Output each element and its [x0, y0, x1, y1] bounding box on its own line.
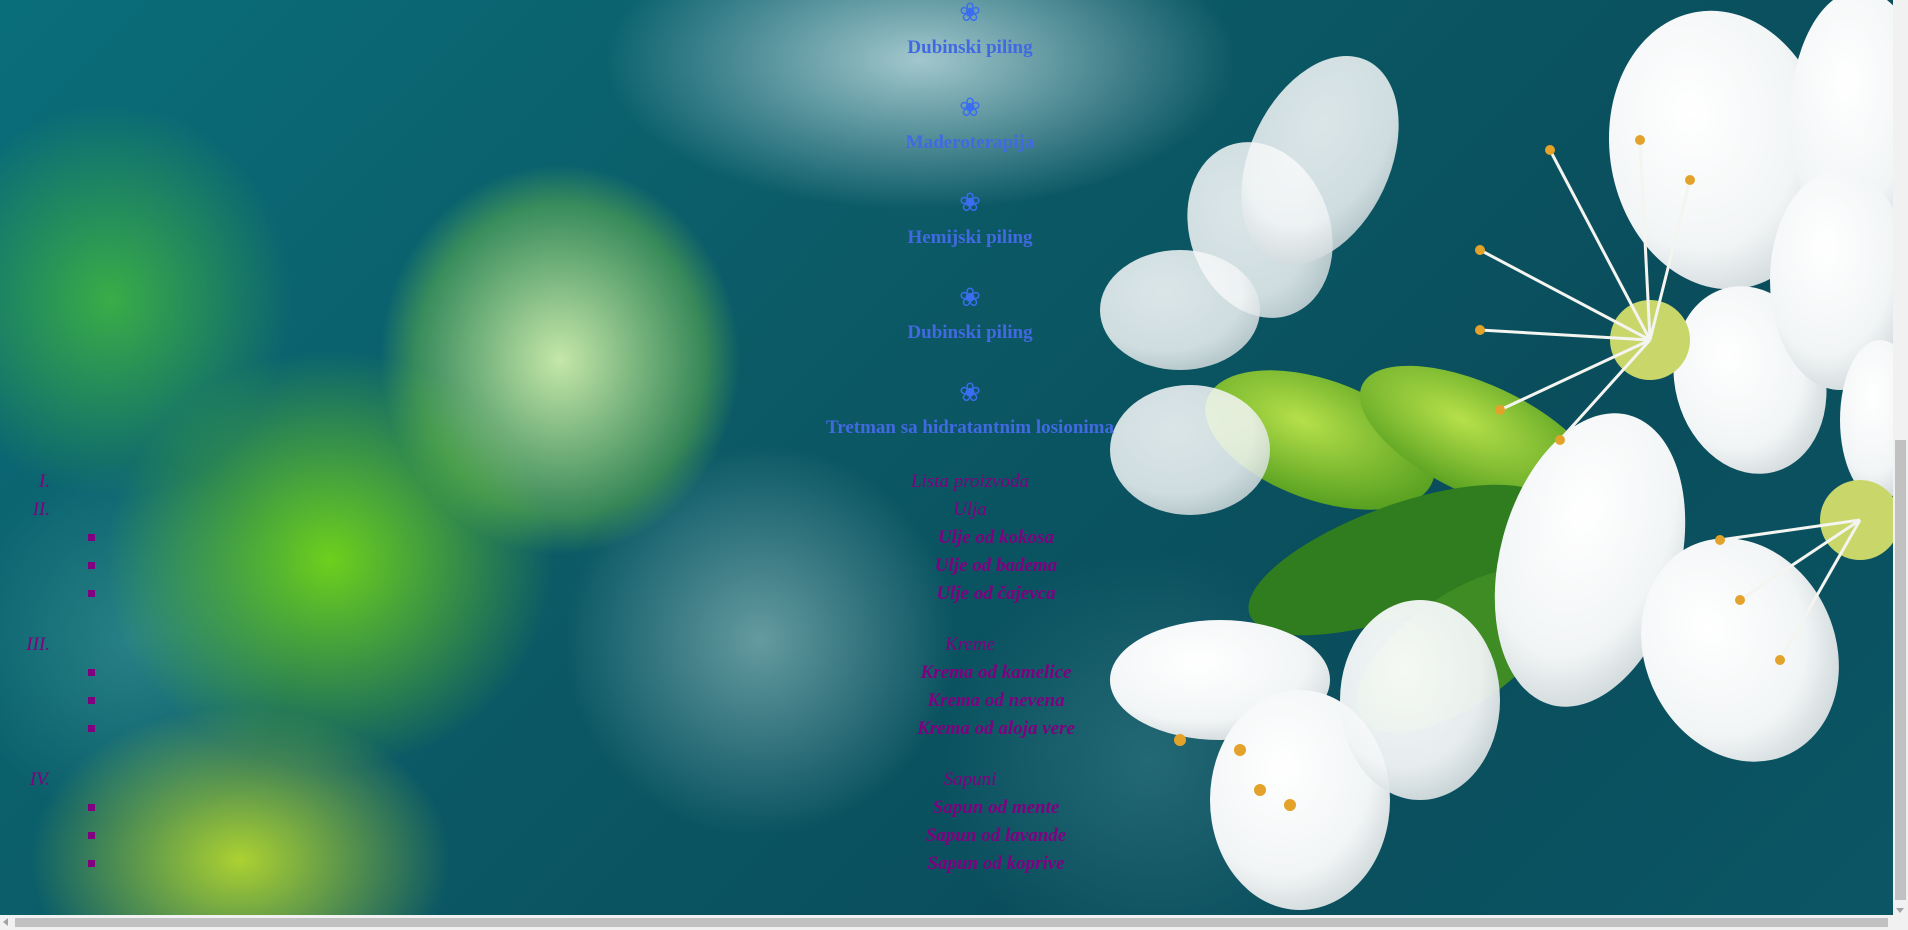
category-label[interactable]: Sapuni [0, 768, 1908, 792]
treatment-item[interactable]: ❀ Dubinski piling [0, 0, 1908, 60]
flower-icon: ❀ [959, 283, 981, 312]
category-label[interactable]: Kreme [0, 633, 1908, 657]
flower-icon: ❀ [959, 93, 981, 122]
square-bullet-icon [88, 669, 95, 676]
product-label[interactable]: Krema od nevena [96, 689, 1896, 713]
treatment-label[interactable]: Dubinski piling [0, 36, 1908, 60]
square-bullet-icon [88, 697, 95, 704]
treatment-label[interactable]: Tretman sa hidratantnim losionima [0, 416, 1908, 440]
horizontal-scrollbar-thumb[interactable] [15, 918, 1888, 927]
product-label[interactable]: Ulje od badema [96, 554, 1896, 578]
square-bullet-icon [88, 832, 95, 839]
flower-icon: ❀ [959, 378, 981, 407]
vertical-scrollbar-thumb[interactable] [1895, 440, 1906, 900]
horizontal-scrollbar[interactable] [0, 915, 1908, 930]
product-label[interactable]: Sapun od koprive [96, 852, 1896, 876]
square-bullet-icon [88, 562, 95, 569]
vertical-scrollbar[interactable] [1893, 0, 1908, 915]
product-label[interactable]: Ulje od kokosa [96, 526, 1896, 550]
product-label[interactable]: Krema od aloja vere [96, 717, 1896, 741]
scroll-left-icon[interactable] [3, 918, 8, 926]
treatment-item[interactable]: ❀ Maderoterapija [0, 95, 1908, 155]
treatment-item[interactable]: ❀ Hemijski piling [0, 190, 1908, 250]
square-bullet-icon [88, 860, 95, 867]
square-bullet-icon [88, 725, 95, 732]
treatment-item[interactable]: ❀ Tretman sa hidratantnim losionima [0, 380, 1908, 440]
product-label[interactable]: Krema od kamelice [96, 661, 1896, 685]
square-bullet-icon [88, 534, 95, 541]
category-label[interactable]: Ulja [0, 498, 1908, 522]
product-label[interactable]: Sapun od lavande [96, 824, 1896, 848]
flower-icon: ❀ [959, 188, 981, 217]
treatment-label[interactable]: Dubinski piling [0, 321, 1908, 345]
product-label[interactable]: Sapun od mente [96, 796, 1896, 820]
treatment-label[interactable]: Maderoterapija [0, 131, 1908, 155]
square-bullet-icon [88, 590, 95, 597]
square-bullet-icon [88, 804, 95, 811]
scroll-down-icon[interactable] [1896, 908, 1904, 913]
flower-icon: ❀ [959, 0, 981, 27]
treatment-label[interactable]: Hemijski piling [0, 226, 1908, 250]
product-label[interactable]: Ulje od čajevca [96, 582, 1896, 606]
list-heading-text: Lista proizvoda [910, 471, 1030, 492]
treatment-item[interactable]: ❀ Dubinski piling [0, 285, 1908, 345]
